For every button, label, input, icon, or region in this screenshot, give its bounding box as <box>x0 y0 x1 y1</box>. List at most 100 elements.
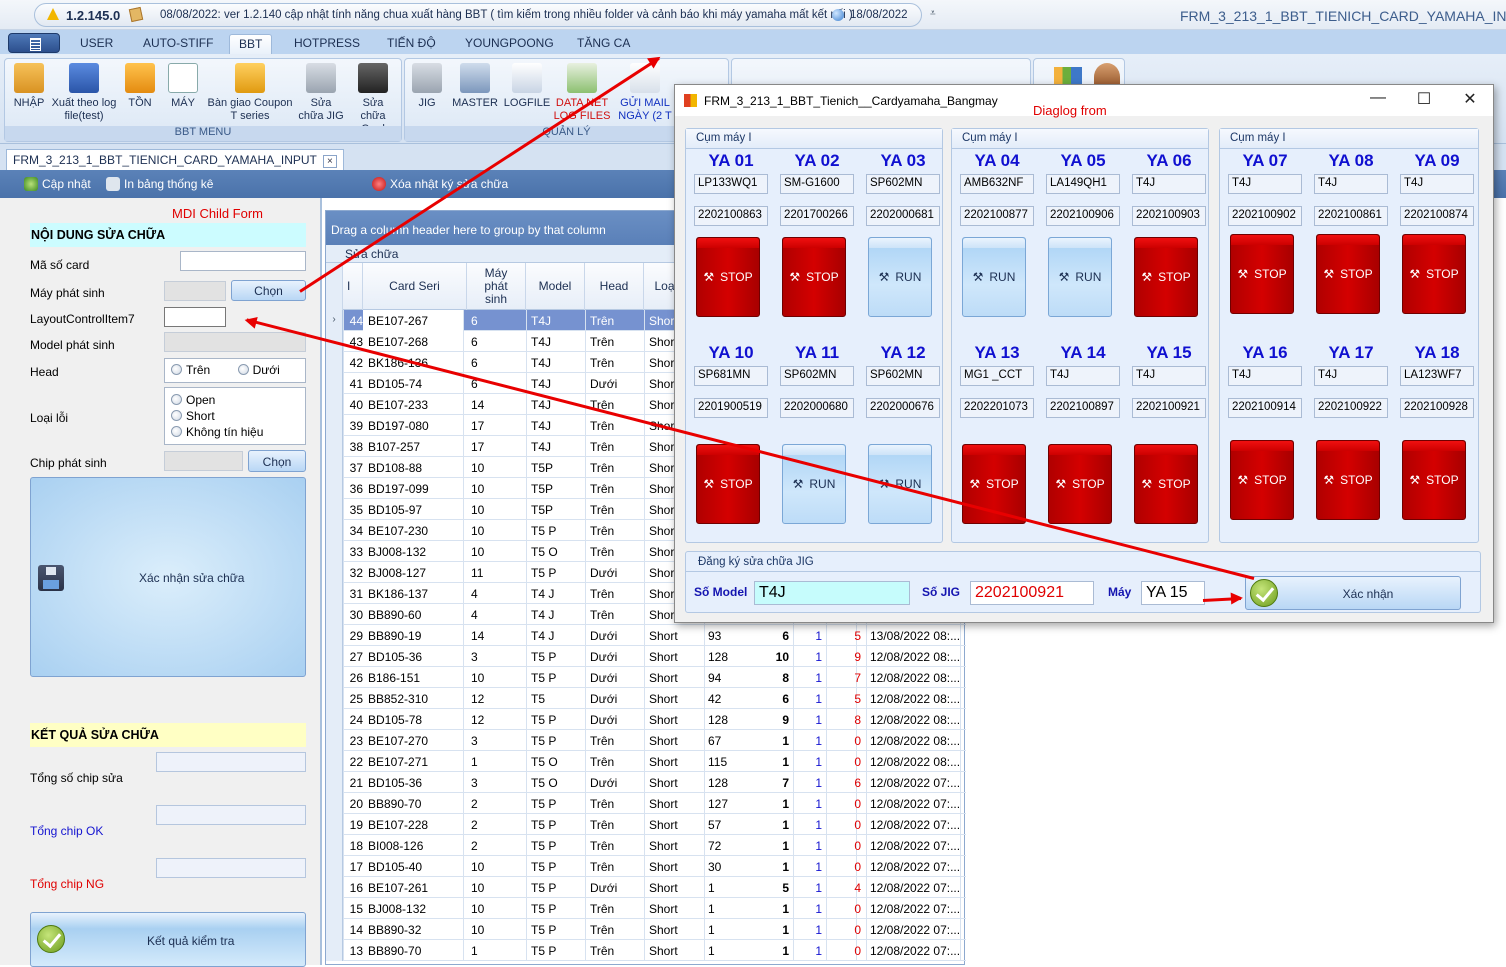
machine-status-button[interactable]: ⚒ STOP <box>1402 440 1466 520</box>
row-indicator[interactable] <box>326 709 343 730</box>
table-row[interactable]: 23 BE107-270 3 T5 P Trên Short 67 1 1 0 12/08/2022… <box>326 730 966 751</box>
machine-model-field[interactable]: SP681MN <box>694 366 768 386</box>
machine-status-button[interactable]: ⚒ STOP <box>1316 234 1380 314</box>
model-input[interactable] <box>164 332 306 352</box>
machine-model-field[interactable]: T4J <box>1400 174 1474 194</box>
machine-model-field[interactable]: SP602MN <box>780 366 854 386</box>
row-indicator[interactable] <box>326 625 343 646</box>
jig-model-input[interactable]: T4J <box>754 581 910 605</box>
tab-auto-stiff[interactable]: AUTO-STIFF <box>143 34 213 54</box>
confirm-repair-button[interactable]: Xác nhận sửa chữa <box>30 477 306 677</box>
machine-model-field[interactable]: SM-G1600 <box>780 174 854 194</box>
machine-model-field[interactable]: T4J <box>1228 366 1302 386</box>
close-button[interactable]: ✕ <box>1447 89 1493 113</box>
qat-dropdown-icon[interactable]: ⩡ <box>930 8 936 19</box>
col-header-card-seri[interactable]: Card Seri <box>363 263 467 310</box>
ribbon-button-nhap[interactable]: NHẬP <box>9 63 49 110</box>
machine-status-button[interactable]: ⚒ STOP <box>1230 440 1294 520</box>
machine-status-button[interactable]: ⚒ STOP <box>782 237 846 317</box>
choose-machine-button[interactable]: Chọn <box>231 280 306 301</box>
machine-jig-field[interactable]: 2202100922 <box>1314 398 1388 418</box>
table-row[interactable]: 19 BE107-228 2 T5 P Trên Short 57 1 1 0 12/08/2022… <box>326 814 966 835</box>
machine-jig-field[interactable]: 2202100863 <box>694 206 768 226</box>
table-row[interactable]: 15 BJ008-132 10 T5 P Trên Short 1 1 1 0 12/08/2022… <box>326 898 966 919</box>
col-header-index[interactable]: I <box>343 263 363 310</box>
row-indicator[interactable] <box>326 352 343 373</box>
machine-jig-field[interactable]: 2202000680 <box>780 398 854 418</box>
mdi-tab[interactable]: FRM_3_213_1_BBT_TIENICH_CARD_YAMAHA_INPU… <box>6 149 344 170</box>
row-indicator[interactable] <box>326 667 343 688</box>
row-indicator[interactable] <box>326 688 343 709</box>
confirm-jig-button[interactable]: Xác nhận <box>1245 576 1461 610</box>
machine-model-field[interactable]: SP602MN <box>866 174 940 194</box>
row-indicator[interactable] <box>326 940 343 961</box>
ribbon-button-sua-chua-jig[interactable]: Sửa chữa JIG <box>297 63 345 123</box>
machine-status-button[interactable]: ⚒ STOP <box>1402 234 1466 314</box>
table-row[interactable]: 16 BE107-261 10 T5 P Dưới Short 1 5 1 4 12/08/2022… <box>326 877 966 898</box>
table-row[interactable]: 26 B186-151 10 T5 P Dưới Short 94 8 1 7 12/08/2022… <box>326 667 966 688</box>
total-chip-input[interactable] <box>156 752 306 772</box>
row-indicator[interactable] <box>326 394 343 415</box>
machine-jig-field[interactable]: 2202201073 <box>960 398 1034 418</box>
row-indicator[interactable] <box>326 520 343 541</box>
maximize-button[interactable]: ☐ <box>1401 89 1447 113</box>
ribbon-button-ton[interactable]: TỒN <box>123 63 157 110</box>
machine-jig-field[interactable]: 2202100906 <box>1046 206 1120 226</box>
machine-model-field[interactable]: T4J <box>1132 174 1206 194</box>
machine-jig-field[interactable]: 2202100861 <box>1314 206 1388 226</box>
machine-model-field[interactable]: T4J <box>1314 174 1388 194</box>
machine-model-field[interactable]: SP602MN <box>866 366 940 386</box>
row-indicator[interactable] <box>326 856 343 877</box>
table-row[interactable]: 22 BE107-271 1 T5 O Trên Short 115 1 1 0 12/08/202… <box>326 751 966 772</box>
ribbon-button-jig[interactable]: JIG <box>409 63 445 110</box>
machine-status-button[interactable]: ⚒ STOP <box>1048 444 1112 524</box>
table-row[interactable]: 25 BB852-310 12 T5 Dưới Short 42 6 1 5 12/08/2022 … <box>326 688 966 709</box>
table-row[interactable]: 13 BB890-70 1 T5 P Trên Short 1 1 1 0 12/08/2022 0… <box>326 940 966 961</box>
row-indicator[interactable]: › <box>326 310 343 331</box>
machine-model-field[interactable]: LA123WF7 <box>1400 366 1474 386</box>
machine-status-button[interactable]: ⚒ STOP <box>1134 237 1198 317</box>
error-radio-no-signal[interactable]: Không tín hiệu <box>171 424 299 440</box>
row-indicator[interactable] <box>326 814 343 835</box>
machine-status-button[interactable]: ⚒ STOP <box>696 444 760 524</box>
refresh-button[interactable]: Cập nhật <box>24 177 91 191</box>
error-radio-short[interactable]: Short <box>171 408 299 424</box>
table-row[interactable]: 27 BD105-36 3 T5 P Dưới Short 128 10 1 9 12/08/202… <box>326 646 966 667</box>
machine-jig-field[interactable]: 2202100921 <box>1132 398 1206 418</box>
row-indicator[interactable] <box>326 604 343 625</box>
tab-tang-ca[interactable]: TĂNG CA <box>577 34 630 54</box>
machine-status-button[interactable]: ⚒RUN <box>962 237 1026 317</box>
machine-status-button[interactable]: ⚒RUN <box>782 444 846 524</box>
machine-input[interactable] <box>164 281 226 301</box>
machine-model-field[interactable]: T4J <box>1228 174 1302 194</box>
ribbon-button-ban-giao-coupon[interactable]: Bàn giao Coupon T series <box>205 63 295 123</box>
row-indicator[interactable] <box>326 499 343 520</box>
machine-jig-field[interactable]: 2202100903 <box>1132 206 1206 226</box>
row-indicator[interactable] <box>326 436 343 457</box>
row-indicator[interactable] <box>326 730 343 751</box>
machine-model-field[interactable]: T4J <box>1314 366 1388 386</box>
machine-status-button[interactable]: ⚒ STOP <box>1134 444 1198 524</box>
machine-status-button[interactable]: ⚒ STOP <box>1316 440 1380 520</box>
ng-chip-input[interactable] <box>156 858 306 878</box>
row-indicator[interactable] <box>326 457 343 478</box>
tab-youngpoong[interactable]: YOUNGPOONG <box>465 34 554 54</box>
row-indicator[interactable] <box>326 583 343 604</box>
tab-bbt[interactable]: BBT <box>229 34 273 54</box>
close-tab-icon[interactable]: × <box>322 155 337 168</box>
table-row[interactable]: 20 BB890-70 2 T5 P Trên Short 127 1 1 0 12/08/2022… <box>326 793 966 814</box>
application-menu-button[interactable] <box>8 33 60 53</box>
machine-status-button[interactable]: ⚒RUN <box>868 444 932 524</box>
machine-jig-field[interactable]: 2202000681 <box>866 206 940 226</box>
col-header-model[interactable]: Model <box>526 263 585 310</box>
machine-status-button[interactable]: ⚒RUN <box>868 237 932 317</box>
jig-number-input[interactable]: 2202100921 <box>970 581 1094 605</box>
layout-control-input[interactable] <box>164 307 226 327</box>
head-radio-tren[interactable]: Trên <box>171 363 210 377</box>
delete-log-button[interactable]: Xóa nhật ký sửa chữa <box>372 177 508 191</box>
print-stats-button[interactable]: In bảng thống kê <box>106 177 213 191</box>
machine-jig-field[interactable]: 2202100877 <box>960 206 1034 226</box>
tab-hotpress[interactable]: HOTPRESS <box>294 34 360 54</box>
row-indicator[interactable] <box>326 541 343 562</box>
choose-chip-button[interactable]: Chọn <box>248 450 306 472</box>
